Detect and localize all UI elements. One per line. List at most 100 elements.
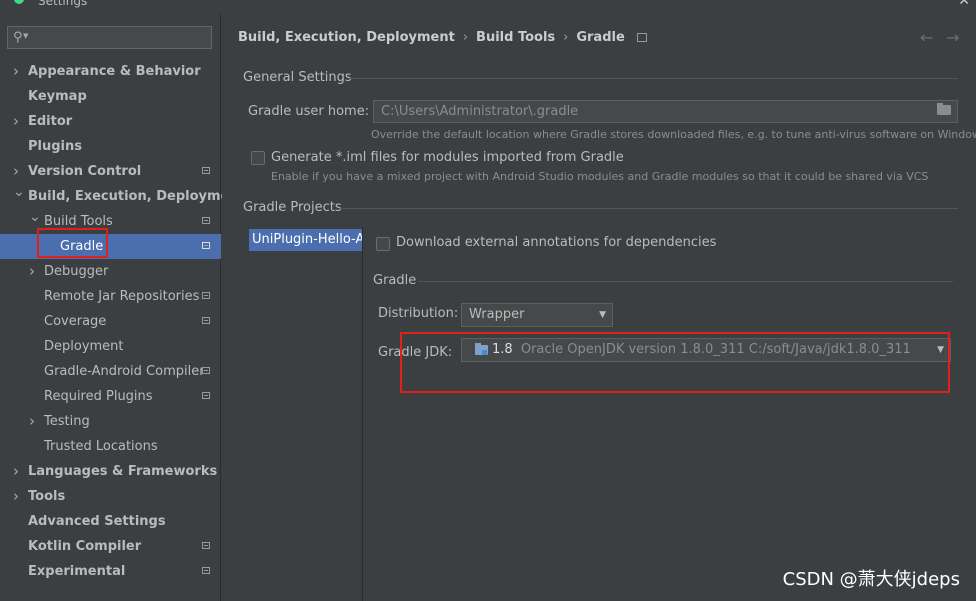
section-divider — [418, 281, 953, 282]
sidebar-item-label: Kotlin Compiler — [28, 539, 142, 554]
chevron-right-icon[interactable]: › — [13, 484, 19, 509]
sidebar-item[interactable]: Advanced Settings — [0, 509, 221, 534]
sidebar-item[interactable]: › Testing — [0, 409, 221, 434]
section-title: General Settings — [243, 70, 352, 85]
breadcrumb-separator: › — [563, 30, 569, 45]
sidebar-item-label: Coverage — [44, 314, 107, 329]
project-level-icon — [202, 317, 210, 324]
sidebar-item[interactable]: › Editor — [0, 109, 221, 134]
gradle-user-home-field[interactable]: C:\Users\Administrator\.gradle — [373, 100, 958, 123]
chevron-right-icon[interactable]: › — [13, 59, 19, 84]
search-options-icon[interactable]: ▼ — [23, 32, 28, 40]
folder-icon[interactable] — [937, 103, 951, 115]
sidebar-item-label: Keymap — [28, 89, 87, 104]
general-settings-section: General Settings — [243, 70, 958, 85]
sidebar-item-label: Languages & Frameworks — [28, 464, 218, 479]
title-bar: Settings ✕ — [0, 0, 976, 14]
project-level-icon — [202, 217, 210, 224]
settings-tree: › Appearance & Behavior Keymap › Editor Plugi… — [0, 59, 245, 584]
download-annotations-checkbox[interactable] — [376, 237, 390, 251]
generate-iml-checkbox[interactable] — [251, 151, 265, 165]
section-title: Gradle — [373, 273, 417, 288]
chevron-down-icon: ▼ — [599, 310, 606, 320]
forward-arrow-icon[interactable]: → — [946, 28, 959, 47]
sidebar-item[interactable]: Kotlin Compiler — [0, 534, 221, 559]
sidebar-item[interactable]: Deployment — [0, 334, 221, 359]
project-level-icon — [202, 567, 210, 574]
distribution-dropdown[interactable]: Wrapper ▼ — [461, 303, 613, 327]
highlight-box-jdk — [400, 332, 950, 393]
watermark: CSDN @萧大侠jdeps — [782, 569, 960, 590]
breadcrumb-item: Gradle — [576, 30, 625, 45]
project-level-icon — [202, 542, 210, 549]
sidebar-item-label: Required Plugins — [44, 389, 153, 404]
sidebar-item[interactable]: Trusted Locations — [0, 434, 221, 459]
sidebar-item[interactable]: › Appearance & Behavior — [0, 59, 221, 84]
sidebar-item[interactable]: Keymap — [0, 84, 221, 109]
sidebar-item-label: Build, Execution, Deployment — [28, 189, 245, 204]
chevron-down-icon[interactable]: ⌄ — [13, 180, 25, 205]
sidebar-item-label: Version Control — [28, 164, 142, 179]
chevron-right-icon[interactable]: › — [13, 109, 19, 134]
section-divider — [348, 78, 958, 79]
sidebar-item-label: Tools — [28, 489, 66, 504]
breadcrumb-separator: › — [462, 30, 469, 45]
project-level-icon — [202, 392, 210, 399]
sidebar-item-label: Remote Jar Repositories — [44, 289, 200, 304]
gradle-user-home-hint: Override the default location where Grad… — [371, 128, 976, 141]
sidebar-item-label: Advanced Settings — [28, 514, 166, 529]
search-icon: ⚲ — [13, 30, 23, 45]
project-level-icon — [202, 292, 210, 299]
highlight-box-gradle — [37, 228, 108, 258]
sidebar-item-label: Appearance & Behavior — [28, 64, 201, 79]
project-level-icon — [202, 167, 210, 174]
distribution-label: Distribution: — [378, 306, 459, 321]
sidebar-item-label: Plugins — [28, 139, 82, 154]
gradle-projects-section: Gradle Projects — [243, 200, 958, 215]
project-level-icon — [202, 367, 210, 374]
sidebar-item[interactable]: Gradle — [0, 234, 221, 259]
sidebar-item-label: Debugger — [44, 264, 109, 279]
project-level-icon — [202, 242, 210, 249]
settings-content: Build, Execution, Deployment › Build Tools… — [222, 14, 976, 601]
chevron-down-icon[interactable]: ⌄ — [29, 205, 41, 230]
sidebar-item[interactable]: › Languages & Frameworks — [0, 459, 221, 484]
gradle-user-home-value: C:\Users\Administrator\.gradle — [381, 104, 579, 119]
sidebar-item[interactable]: ⌄ Build Tools — [0, 209, 221, 234]
generate-iml-hint: Enable if you have a mixed project with … — [271, 170, 929, 183]
sidebar-item-label: Editor — [28, 114, 73, 129]
sidebar-item[interactable]: Coverage — [0, 309, 221, 334]
sidebar-item[interactable]: Remote Jar Repositories — [0, 284, 221, 309]
sidebar-item[interactable]: › Debugger — [0, 259, 221, 284]
breadcrumb-item[interactable]: Build, Execution, Deployment — [238, 30, 455, 45]
search-input[interactable]: ⚲ ▼ — [7, 26, 212, 49]
close-icon[interactable]: ✕ — [958, 0, 970, 9]
android-studio-icon — [14, 0, 24, 4]
chevron-right-icon[interactable]: › — [29, 259, 35, 284]
distribution-value: Wrapper — [469, 307, 525, 322]
gradle-projects-list: UniPlugin-Hello-AS — [249, 227, 363, 601]
chevron-right-icon[interactable]: › — [13, 459, 19, 484]
sidebar-item[interactable]: › Version Control — [0, 159, 221, 184]
sidebar-item[interactable]: Plugins — [0, 134, 221, 159]
sidebar-item-label: Deployment — [44, 339, 124, 354]
settings-sidebar: ⚲ ▼ › Appearance & Behavior Keymap › Editor P… — [0, 14, 245, 601]
sidebar-item[interactable]: Experimental — [0, 559, 221, 584]
project-list-item[interactable]: UniPlugin-Hello-AS — [249, 229, 362, 251]
chevron-right-icon[interactable]: › — [29, 409, 35, 434]
gradle-subsection: Gradle — [373, 273, 953, 288]
sidebar-item-label: Trusted Locations — [44, 439, 158, 454]
sidebar-item[interactable]: › Tools — [0, 484, 221, 509]
download-annotations-label: Download external annotations for depend… — [396, 235, 717, 250]
section-divider — [340, 208, 958, 209]
breadcrumb-item[interactable]: Build Tools — [476, 30, 555, 45]
sidebar-item-label: Testing — [44, 414, 90, 429]
sidebar-item[interactable]: Gradle-Android Compiler — [0, 359, 221, 384]
section-title: Gradle Projects — [243, 200, 342, 215]
breadcrumb: Build, Execution, Deployment › Build Tools… — [238, 30, 647, 45]
window-title: Settings — [38, 0, 88, 8]
project-level-icon — [636, 33, 647, 42]
back-arrow-icon[interactable]: ← — [920, 28, 933, 47]
gradle-user-home-label: Gradle user home: — [248, 104, 370, 119]
sidebar-item[interactable]: Required Plugins — [0, 384, 221, 409]
